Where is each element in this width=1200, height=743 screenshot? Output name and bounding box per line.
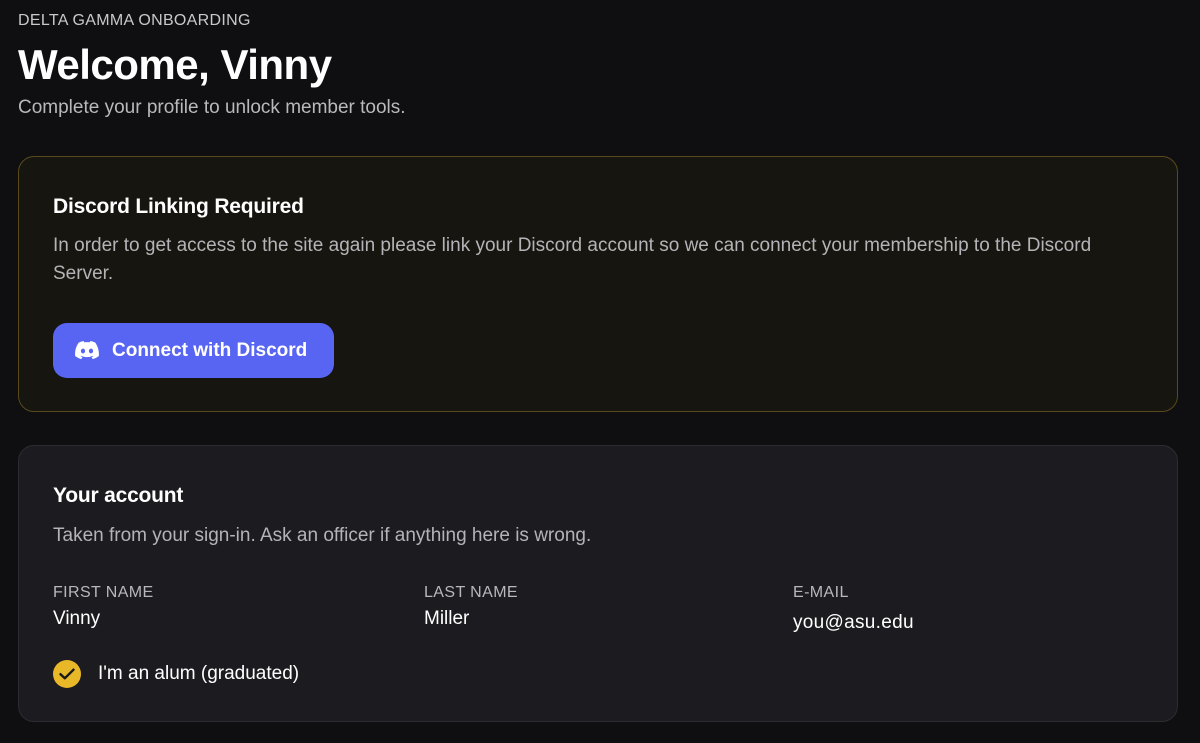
account-card: Your account Taken from your sign-in. As…: [18, 445, 1178, 722]
discord-card-title: Discord Linking Required: [53, 195, 304, 218]
first-name-value: Vinny: [53, 608, 101, 629]
alum-checkbox[interactable]: I'm an alum (graduated): [53, 660, 299, 688]
connect-discord-label: Connect with Discord: [112, 339, 308, 361]
discord-card-description: In order to get access to the site again…: [53, 235, 1092, 284]
checkmark-icon[interactable]: [53, 660, 81, 688]
account-card-title: Your account: [53, 484, 184, 507]
onboarding-page: DELTA GAMMA ONBOARDING Welcome, Vinny Co…: [0, 0, 1200, 743]
email-value: you@asu.edu: [793, 612, 914, 633]
alum-checkbox-label: I'm an alum (graduated): [98, 663, 300, 684]
first-name-field: FIRST NAME Vinny: [53, 584, 154, 630]
discord-icon: [75, 340, 99, 361]
account-card-description: Taken from your sign-in. Ask an officer …: [53, 525, 592, 546]
email-field: E-MAIL you@asu.edu: [793, 584, 914, 634]
last-name-field: LAST NAME Miller: [424, 584, 518, 630]
page-eyebrow: DELTA GAMMA ONBOARDING: [18, 12, 251, 29]
page-subtitle: Complete your profile to unlock member t…: [18, 97, 406, 118]
last-name-value: Miller: [424, 608, 470, 629]
connect-discord-button[interactable]: Connect with Discord: [53, 323, 334, 378]
page-title: Welcome, Vinny: [18, 41, 332, 88]
first-name-label: FIRST NAME: [53, 584, 154, 601]
last-name-label: LAST NAME: [424, 584, 518, 601]
discord-linking-card: Discord Linking Required In order to get…: [18, 156, 1178, 412]
email-label: E-MAIL: [793, 584, 849, 601]
